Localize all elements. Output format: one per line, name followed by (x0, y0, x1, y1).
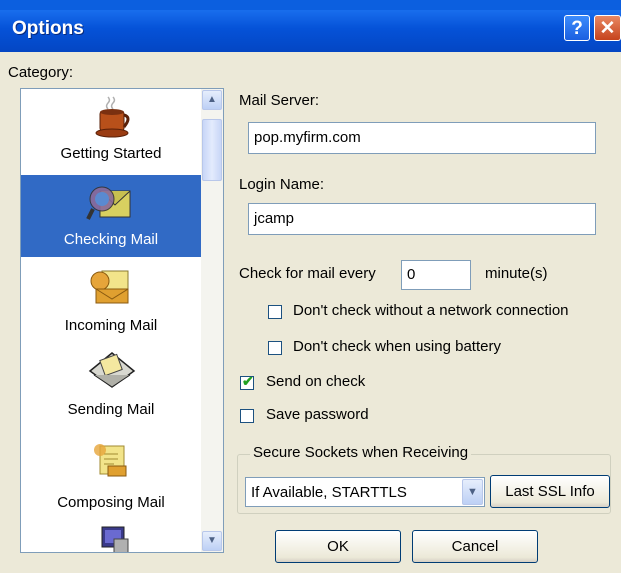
help-button[interactable]: ? (564, 15, 590, 41)
close-button[interactable]: ✕ (594, 15, 621, 41)
title-bar-strip (0, 0, 621, 10)
ssl-select[interactable]: If Available, STARTTLS ▼ (245, 477, 485, 507)
window-title: Options (12, 18, 84, 39)
scroll-up-arrow-icon[interactable]: ▲ (202, 90, 222, 110)
mail-server-label: Mail Server: (239, 92, 320, 109)
computer-icon (101, 526, 129, 552)
dropdown-arrow-icon[interactable]: ▼ (462, 479, 483, 505)
category-item-composing-mail[interactable]: Composing Mail (21, 434, 201, 516)
send-on-check-label: Send on check (266, 373, 366, 390)
composing-mail-icon (94, 444, 127, 477)
ok-button[interactable]: OK (275, 530, 401, 563)
check-interval-input[interactable]: 0 (401, 260, 471, 290)
checkmark-icon: ✔ (242, 373, 254, 389)
category-label-incoming-mail: Incoming Mail (64, 317, 158, 334)
sending-mail-icon (88, 352, 136, 388)
category-scrollbar[interactable]: ▲ ▼ (201, 89, 223, 552)
login-name-label: Login Name: (239, 176, 325, 193)
no-network-label: Don't check without a network connection (293, 302, 569, 319)
incoming-mail-icon (90, 270, 129, 304)
category-label-composing-mail: Composing Mail (57, 494, 165, 511)
login-name-input[interactable]: jcamp (248, 203, 596, 235)
cancel-button[interactable]: Cancel (412, 530, 538, 563)
category-item-computer[interactable] (21, 519, 201, 552)
category-label: Category: (8, 64, 74, 81)
category-item-incoming-mail[interactable]: Incoming Mail (21, 259, 201, 341)
save-password-checkbox[interactable] (240, 409, 254, 423)
no-network-checkbox[interactable] (268, 305, 282, 319)
checking-mail-icon (86, 186, 131, 220)
check-interval-label: Check for mail every (239, 265, 376, 282)
last-ssl-info-button[interactable]: Last SSL Info (490, 475, 610, 508)
category-item-checking-mail[interactable]: Checking Mail (21, 175, 201, 257)
mail-server-input[interactable]: pop.myfirm.com (248, 122, 596, 154)
ssl-select-value: If Available, STARTTLS (251, 484, 407, 501)
save-password-label: Save password (266, 406, 369, 423)
battery-checkbox[interactable] (268, 341, 282, 355)
category-label-sending-mail: Sending Mail (67, 401, 155, 418)
category-label-checking-mail: Checking Mail (63, 231, 159, 248)
category-list[interactable]: Getting Started Checking Mail Incoming M… (20, 88, 224, 553)
scroll-down-arrow-icon[interactable]: ▼ (202, 531, 222, 551)
ssl-group-title: Secure Sockets when Receiving (250, 444, 472, 461)
title-bar[interactable]: Options ? ✕ (0, 0, 621, 52)
send-on-check-checkbox[interactable]: ✔ (240, 373, 254, 390)
category-label-getting-started: Getting Started (60, 145, 162, 162)
check-interval-unit: minute(s) (485, 265, 548, 282)
category-item-sending-mail[interactable]: Sending Mail (21, 341, 201, 423)
coffee-cup-icon (95, 96, 130, 138)
category-item-getting-started[interactable]: Getting Started (21, 89, 201, 171)
scroll-thumb[interactable] (202, 119, 222, 181)
battery-label: Don't check when using battery (293, 338, 501, 355)
